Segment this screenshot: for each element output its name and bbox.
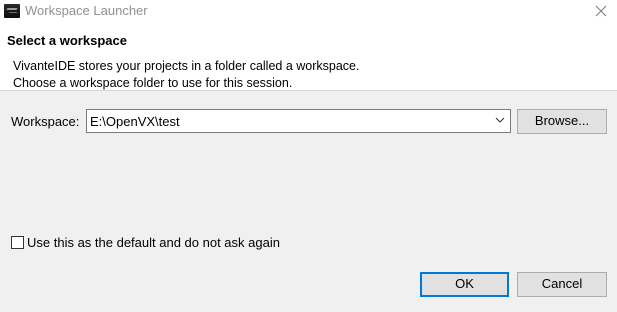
workspace-label: Workspace: bbox=[11, 114, 80, 129]
default-checkbox[interactable] bbox=[11, 236, 24, 249]
workspace-dropdown-button[interactable] bbox=[490, 110, 510, 132]
title-bar: Workspace Launcher bbox=[0, 0, 617, 23]
description-line-2: Choose a workspace folder to use for thi… bbox=[13, 76, 293, 90]
browse-button[interactable]: Browse... bbox=[517, 109, 607, 134]
description-line-1: VivanteIDE stores your projects in a fol… bbox=[13, 59, 360, 73]
dialog-header: Select a workspace VivanteIDE stores you… bbox=[0, 23, 617, 91]
header-description: VivanteIDE stores your projects in a fol… bbox=[13, 58, 359, 92]
header-title: Select a workspace bbox=[7, 33, 127, 48]
close-icon bbox=[595, 5, 607, 17]
cancel-button[interactable]: Cancel bbox=[517, 272, 607, 297]
window-title: Workspace Launcher bbox=[25, 3, 148, 18]
default-checkbox-label[interactable]: Use this as the default and do not ask a… bbox=[27, 235, 280, 251]
close-button[interactable] bbox=[591, 2, 611, 20]
chevron-down-icon bbox=[495, 117, 505, 123]
workspace-launcher-dialog: Workspace Launcher Select a workspace Vi… bbox=[0, 0, 617, 312]
app-icon bbox=[4, 4, 20, 18]
ok-button[interactable]: OK bbox=[420, 272, 509, 297]
workspace-path-input[interactable] bbox=[89, 112, 488, 130]
workspace-combobox[interactable] bbox=[86, 109, 511, 133]
